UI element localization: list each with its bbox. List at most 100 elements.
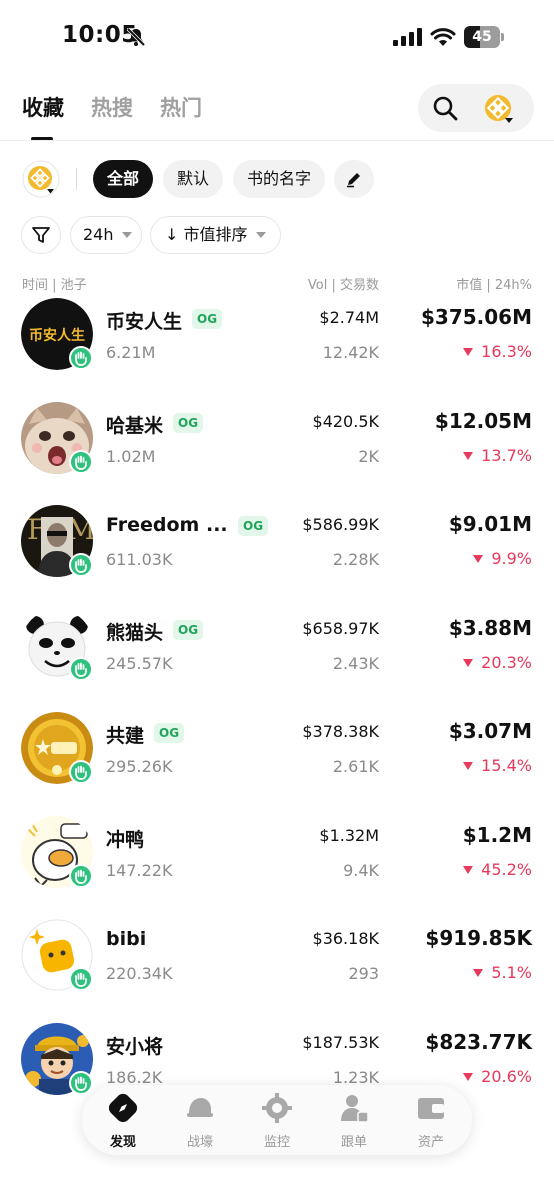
down-triangle-icon [463,1072,474,1081]
caret-down-icon [121,231,132,238]
token-volume: $1.32M [319,826,379,845]
tab-favorites[interactable]: 收藏 [22,92,64,122]
bottom-nav: 发现 战壕 监控 跟单 资产 [82,1085,472,1155]
bell-off-icon [126,27,146,47]
token-name: Freedom ... [106,514,228,536]
token-txns: 2.61K [332,757,379,776]
token-name: 币安人生 [106,311,183,333]
token-market-cap: $1.2M [462,823,532,847]
token-txns: 9.4K [343,861,379,880]
token-change: 45.2% [463,860,532,879]
down-triangle-icon [463,658,474,667]
sort-dropdown[interactable]: ↓ 市值排序 [150,216,281,254]
token-change-value: 20.6% [481,1067,532,1086]
token-change: 13.7% [463,446,532,465]
header-divider [0,140,554,141]
token-change: 5.1% [473,963,532,982]
hand-badge-icon [69,346,93,370]
token-change-value: 9.9% [491,549,532,568]
chain-filter-icon[interactable] [22,160,60,198]
down-triangle-icon [463,451,474,460]
nav-discover[interactable]: 发现 [84,1085,162,1155]
token-name: bibi [106,928,147,950]
nav-monitor[interactable]: 监控 [238,1085,316,1155]
token-market-cap: $9.01M [448,512,532,536]
token-change-value: 5.1% [491,963,532,982]
token-change: 20.6% [463,1067,532,1086]
token-txns: 12.42K [322,343,379,362]
og-badge: OG [238,516,269,536]
token-volume: $586.99K [302,515,379,534]
token-change-value: 20.3% [481,653,532,672]
token-pool: 611.03K [106,550,173,569]
token-change-value: 45.2% [481,860,532,879]
token-name: 熊猫头 [106,622,164,644]
hand-badge-icon [69,864,93,888]
search-icon[interactable] [432,95,458,121]
token-change-value: 16.3% [481,342,532,361]
token-row[interactable]: 币安人生 币安人生 OG 6.21M $2.74M 12.42K $375.06M 16.3% [0,298,554,398]
token-row[interactable]: 熊猫头 OG 245.57K $658.97K 2.43K $3.88M 20.3% [0,609,554,709]
token-row[interactable]: 共建 OG 295.26K $378.38K 2.61K $3.07M 15.4% [0,712,554,812]
bnb-chain-selector-icon[interactable] [484,94,514,124]
hand-badge-icon [69,967,93,991]
wifi-icon [430,28,456,46]
token-txns: 2.43K [332,654,379,673]
down-triangle-icon [473,554,484,563]
cellular-signal-icon [393,28,422,46]
token-market-cap: $919.85K [425,926,532,950]
nav-assets[interactable]: 资产 [392,1085,470,1155]
token-name: 哈基米 [106,415,164,437]
battery-indicator: 45 [464,26,504,48]
people-icon [341,1095,369,1123]
edit-groups-button[interactable] [334,160,374,198]
chip-separator [76,168,77,190]
chip-book-name[interactable]: 书的名字 [233,160,326,198]
pencil-icon [347,173,360,188]
hand-badge-icon [69,657,93,681]
column-header-mcap-change[interactable]: 市值 | 24h% [456,274,532,293]
token-row[interactable]: 哈基米 OG 1.02M $420.5K 2K $12.05M 13.7% [0,402,554,502]
token-change-value: 13.7% [481,446,532,465]
down-triangle-icon [473,968,484,977]
chip-all[interactable]: 全部 [93,160,154,198]
caret-down-icon [255,231,266,238]
token-row[interactable]: 冲鸭 147.22K $1.32M 9.4K $1.2M 45.2% [0,816,554,916]
token-volume: $2.74M [319,308,379,327]
token-change: 15.4% [463,756,532,775]
token-pool: 295.26K [106,757,173,776]
funnel-icon [32,227,50,243]
top-actions [418,84,534,132]
chip-default[interactable]: 默认 [163,160,224,198]
token-volume: $420.5K [312,412,379,431]
advanced-filter-button[interactable] [21,216,61,254]
token-pool: 6.21M [106,343,156,362]
tab-popular[interactable]: 热门 [160,92,202,122]
token-txns: 293 [348,964,379,983]
tab-hot-search[interactable]: 热搜 [91,92,133,122]
column-header-vol-txns[interactable]: Vol | 交易数 [308,274,379,293]
status-bar: 10:05 45 [0,0,554,70]
hand-badge-icon [69,760,93,784]
token-pool: 147.22K [106,861,173,880]
nav-copy-trade[interactable]: 跟单 [315,1085,393,1155]
token-txns: 2K [358,447,379,466]
nav-trenches[interactable]: 战壕 [161,1085,239,1155]
sort-value: ↓ 市值排序 [165,225,248,244]
token-row[interactable]: F M Freedom ... OG 611.03K $586.99K 2.28K $9.01… [0,505,554,605]
token-change: 20.3% [463,653,532,672]
token-name: 安小将 [106,1036,164,1058]
token-row[interactable]: bibi 220.34K $36.18K 293 $919.85K 5.1% [0,919,554,1019]
token-pool: 1.02M [106,447,156,466]
token-txns: 2.28K [332,550,379,569]
token-market-cap: $3.88M [448,616,532,640]
svg-text:币安人生: 币安人生 [29,327,85,344]
period-dropdown[interactable]: 24h [70,216,142,254]
down-triangle-icon [463,865,474,874]
column-header-time-pool: 时间 | 池子 [22,278,87,293]
token-change: 9.9% [473,549,532,568]
token-change-value: 15.4% [481,756,532,775]
down-triangle-icon [463,347,474,356]
token-market-cap: $3.07M [448,719,532,743]
hand-badge-icon [69,450,93,474]
